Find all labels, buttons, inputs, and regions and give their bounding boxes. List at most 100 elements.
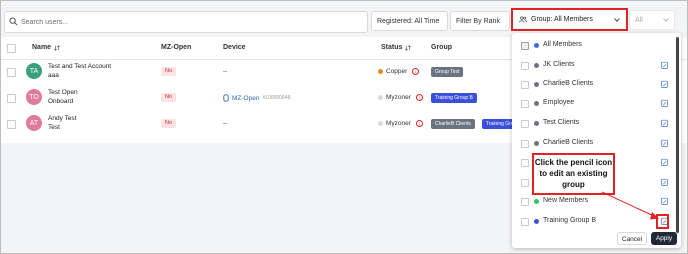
group-color-dot (534, 63, 539, 68)
select-all-checkbox[interactable] (7, 44, 16, 53)
sort-icon (405, 44, 412, 51)
mz-open-badge: No (161, 93, 177, 102)
device-link[interactable]: MZ-Open (232, 95, 259, 102)
user-name[interactable]: Test and Test Account aaa (48, 62, 111, 80)
info-icon[interactable]: i (412, 68, 420, 75)
group-option[interactable]: Test Clients (512, 114, 672, 133)
mz-open-badge: No (161, 67, 177, 76)
status-cell: Myzoner i (378, 94, 423, 101)
pencil-icon[interactable] (661, 119, 668, 127)
option-checkbox[interactable] (521, 120, 529, 128)
all-select-label: All (635, 16, 643, 24)
user-name[interactable]: Andy Test Test (48, 114, 76, 132)
avatar: AT (26, 115, 42, 131)
chevron-down-icon (614, 17, 620, 22)
status-label: Myzoner (386, 94, 411, 101)
cancel-button[interactable]: Cancel (617, 232, 647, 245)
pencil-icon[interactable] (661, 139, 668, 147)
option-checkbox[interactable] (521, 179, 529, 187)
status-dot (378, 121, 383, 126)
name-line-1: Test and Test Account (48, 63, 112, 70)
registered-filter[interactable]: Registered: All Time (371, 11, 448, 31)
group-option[interactable]: CharlieB Clients (512, 134, 672, 153)
header-name[interactable]: Name (32, 44, 60, 51)
mz-open-badge: No (161, 119, 177, 128)
chevron-down-icon (663, 18, 669, 22)
header-group: Group (431, 44, 452, 51)
group-color-dot (534, 82, 539, 87)
group-color-dot (534, 121, 539, 126)
row-checkbox[interactable] (7, 120, 16, 129)
pencil-icon[interactable] (661, 158, 668, 166)
dropdown-scrollbar[interactable] (676, 33, 679, 248)
search-icon (9, 17, 18, 26)
name-line-2: Onboard (48, 98, 74, 105)
group-option[interactable]: CharlieB Clients (512, 75, 672, 94)
apply-button[interactable]: Apply (651, 232, 677, 245)
device-cell: -- (223, 68, 228, 75)
name-line-2: aaa (48, 72, 59, 79)
avatar: TO (26, 89, 42, 105)
group-select-label: Group: All Members (531, 16, 593, 23)
option-label: Training Group B (543, 217, 597, 224)
pencil-icon[interactable] (661, 178, 668, 186)
option-label: Test Clients (543, 119, 580, 126)
status-cell: Myzoner i (378, 120, 423, 127)
option-checkbox[interactable] (521, 140, 529, 148)
pencil-icon[interactable] (661, 61, 668, 69)
header-status[interactable]: Status (381, 44, 412, 51)
users-icon (519, 16, 527, 23)
search-input[interactable] (19, 14, 353, 30)
rank-filter[interactable]: Filter By Rank (450, 11, 510, 31)
info-icon[interactable]: i (415, 120, 423, 127)
group-color-dot (534, 219, 539, 224)
all-select[interactable]: All (629, 10, 675, 30)
group-color-dot (534, 141, 539, 146)
search-box[interactable] (4, 11, 368, 33)
name-line-1: Test Open (48, 89, 78, 96)
scrollbar-thumb[interactable] (676, 37, 679, 233)
option-label: CharlieB Clients (543, 139, 594, 146)
group-badge: Group Test (431, 67, 464, 77)
registered-filter-label: Registered: All Time (377, 17, 440, 25)
group-option[interactable]: Employee (512, 94, 672, 113)
group-select[interactable]: Group: All Members (511, 8, 628, 31)
user-name[interactable]: Test Open Onboard (48, 88, 78, 106)
group-badge: CharlieB Clients (431, 119, 475, 129)
pencil-highlight-box (656, 214, 669, 229)
option-checkbox[interactable] (521, 198, 529, 206)
group-option[interactable]: All Members (512, 36, 672, 55)
option-checkbox[interactable] (521, 159, 529, 167)
status-dot (378, 69, 383, 74)
header-device: Device (223, 44, 246, 51)
option-checkbox[interactable] (521, 62, 529, 70)
info-icon[interactable]: i (415, 94, 423, 101)
row-checkbox[interactable] (7, 94, 16, 103)
group-color-dot (534, 43, 539, 48)
status-label: Copper (386, 68, 408, 75)
pencil-icon[interactable] (661, 80, 668, 88)
option-checkbox[interactable] (521, 81, 529, 89)
pencil-icon[interactable] (661, 99, 668, 107)
name-line-1: Andy Test (48, 115, 77, 122)
row-checkbox[interactable] (7, 68, 16, 77)
option-checkbox[interactable] (521, 218, 529, 226)
instruction-callout: Click the pencil icon to edit an existin… (532, 153, 615, 195)
status-cell: Copper i (378, 68, 420, 75)
avatar: TA (26, 63, 42, 79)
option-label: CharlieB Clients (543, 80, 594, 87)
option-label: New Members (543, 197, 589, 204)
device-cell: -- (223, 120, 228, 127)
arrow-annotation (601, 191, 659, 220)
rank-filter-label: Filter By Rank (456, 17, 500, 25)
device-cell: MZ-Open #100000648 (223, 94, 290, 102)
group-badge: Training Group B (431, 93, 477, 103)
option-label: Employee (543, 99, 575, 106)
header-name-label: Name (32, 44, 52, 51)
option-label: JK Clients (543, 61, 575, 68)
name-line-2: Test (48, 124, 60, 131)
option-checkbox[interactable] (521, 42, 529, 50)
option-checkbox[interactable] (521, 100, 529, 108)
group-option[interactable]: JK Clients (512, 56, 672, 75)
header-status-label: Status (381, 44, 403, 51)
